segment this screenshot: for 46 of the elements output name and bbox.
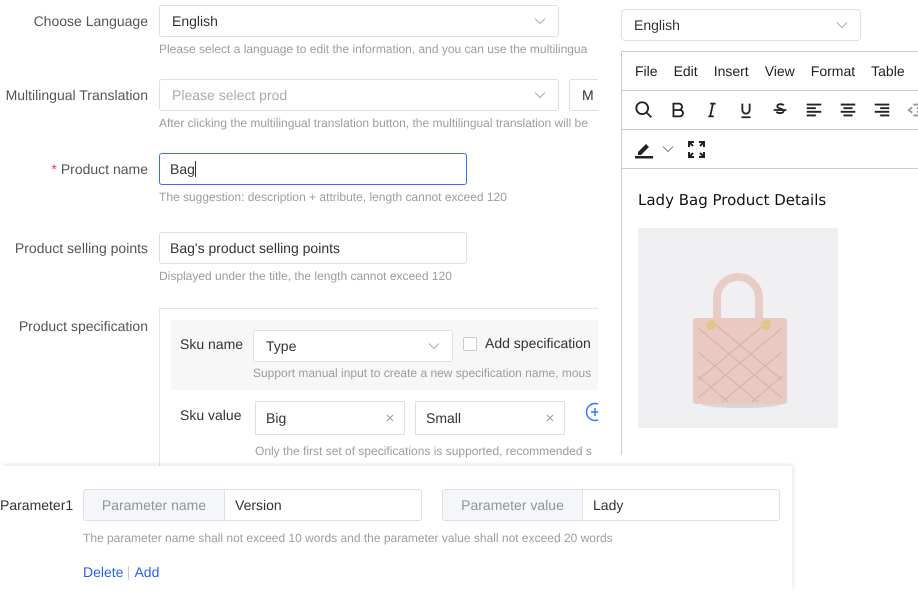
field-label: Product name <box>60 160 148 179</box>
language-select[interactable]: English <box>621 9 861 41</box>
clear-icon[interactable] <box>386 414 394 422</box>
link[interactable]: Add <box>134 562 160 583</box>
text-input[interactable]: Bag's product selling points <box>159 232 467 264</box>
hint-text: The suggestion: description + attribute, length cannot exceed 120 <box>159 189 507 205</box>
search-icon[interactable] <box>634 99 654 121</box>
field-label: Choose Language <box>34 12 148 31</box>
menu-item[interactable]: File <box>635 60 658 82</box>
hint-text: Displayed under the title, the length cannot exceed 120 <box>159 268 453 284</box>
menu-item[interactable]: Edit <box>674 60 698 82</box>
field-label: Product specification <box>18 317 148 336</box>
hint-text: Support manual input to create a new specification name, mous <box>253 365 592 381</box>
chevron-icon <box>534 17 546 25</box>
parameter-input[interactable]: Parameter value Lady <box>442 489 780 521</box>
field-label: Multilingual Translation <box>6 86 148 105</box>
menu-item[interactable]: View <box>764 60 795 82</box>
field-label: Sku value <box>180 406 242 425</box>
chevron-icon <box>836 21 848 29</box>
sku-value-input[interactable]: Big <box>255 401 405 435</box>
checkbox[interactable] <box>463 336 477 350</box>
hint-text: Please select a language to edit the information, and you can use the multilingua <box>159 41 588 57</box>
link[interactable]: Delete <box>83 562 124 583</box>
parameter-input[interactable]: Parameter name Version <box>83 489 422 521</box>
field-label: Sku name <box>180 335 244 354</box>
translate-button[interactable]: M <box>569 79 598 111</box>
checkbox-label: Add specification <box>485 334 591 353</box>
field-label: Product selling points <box>14 239 148 258</box>
sku-name-select[interactable]: Type <box>253 330 453 362</box>
hint-text: After clicking the multilingual translation button, the multilingual translation will be <box>159 115 589 131</box>
menu-item[interactable]: Insert <box>714 60 749 82</box>
sku-value-input[interactable]: Small <box>415 401 565 435</box>
language-select[interactable]: English <box>159 5 559 37</box>
chevron-icon[interactable] <box>662 145 674 153</box>
chevron-icon <box>428 342 440 350</box>
menu-item[interactable]: Format <box>810 60 856 82</box>
content-heading: Lady Bag Product Details <box>638 190 828 211</box>
text-input[interactable]: Bag <box>159 153 467 185</box>
hint-text: Only the first set of specifications is supported, recommended s <box>255 443 593 459</box>
menu-item[interactable]: Table <box>871 60 905 82</box>
clear-icon[interactable] <box>546 414 554 422</box>
chevron-icon <box>534 91 546 99</box>
fullscreen-icon[interactable] <box>688 140 705 158</box>
hint-text: The parameter name shall not exceed 10 words and the parameter value shall not exceed 20 words <box>83 530 614 546</box>
field-label: Parameter1 <box>0 496 74 514</box>
required-mark: * <box>51 160 57 179</box>
